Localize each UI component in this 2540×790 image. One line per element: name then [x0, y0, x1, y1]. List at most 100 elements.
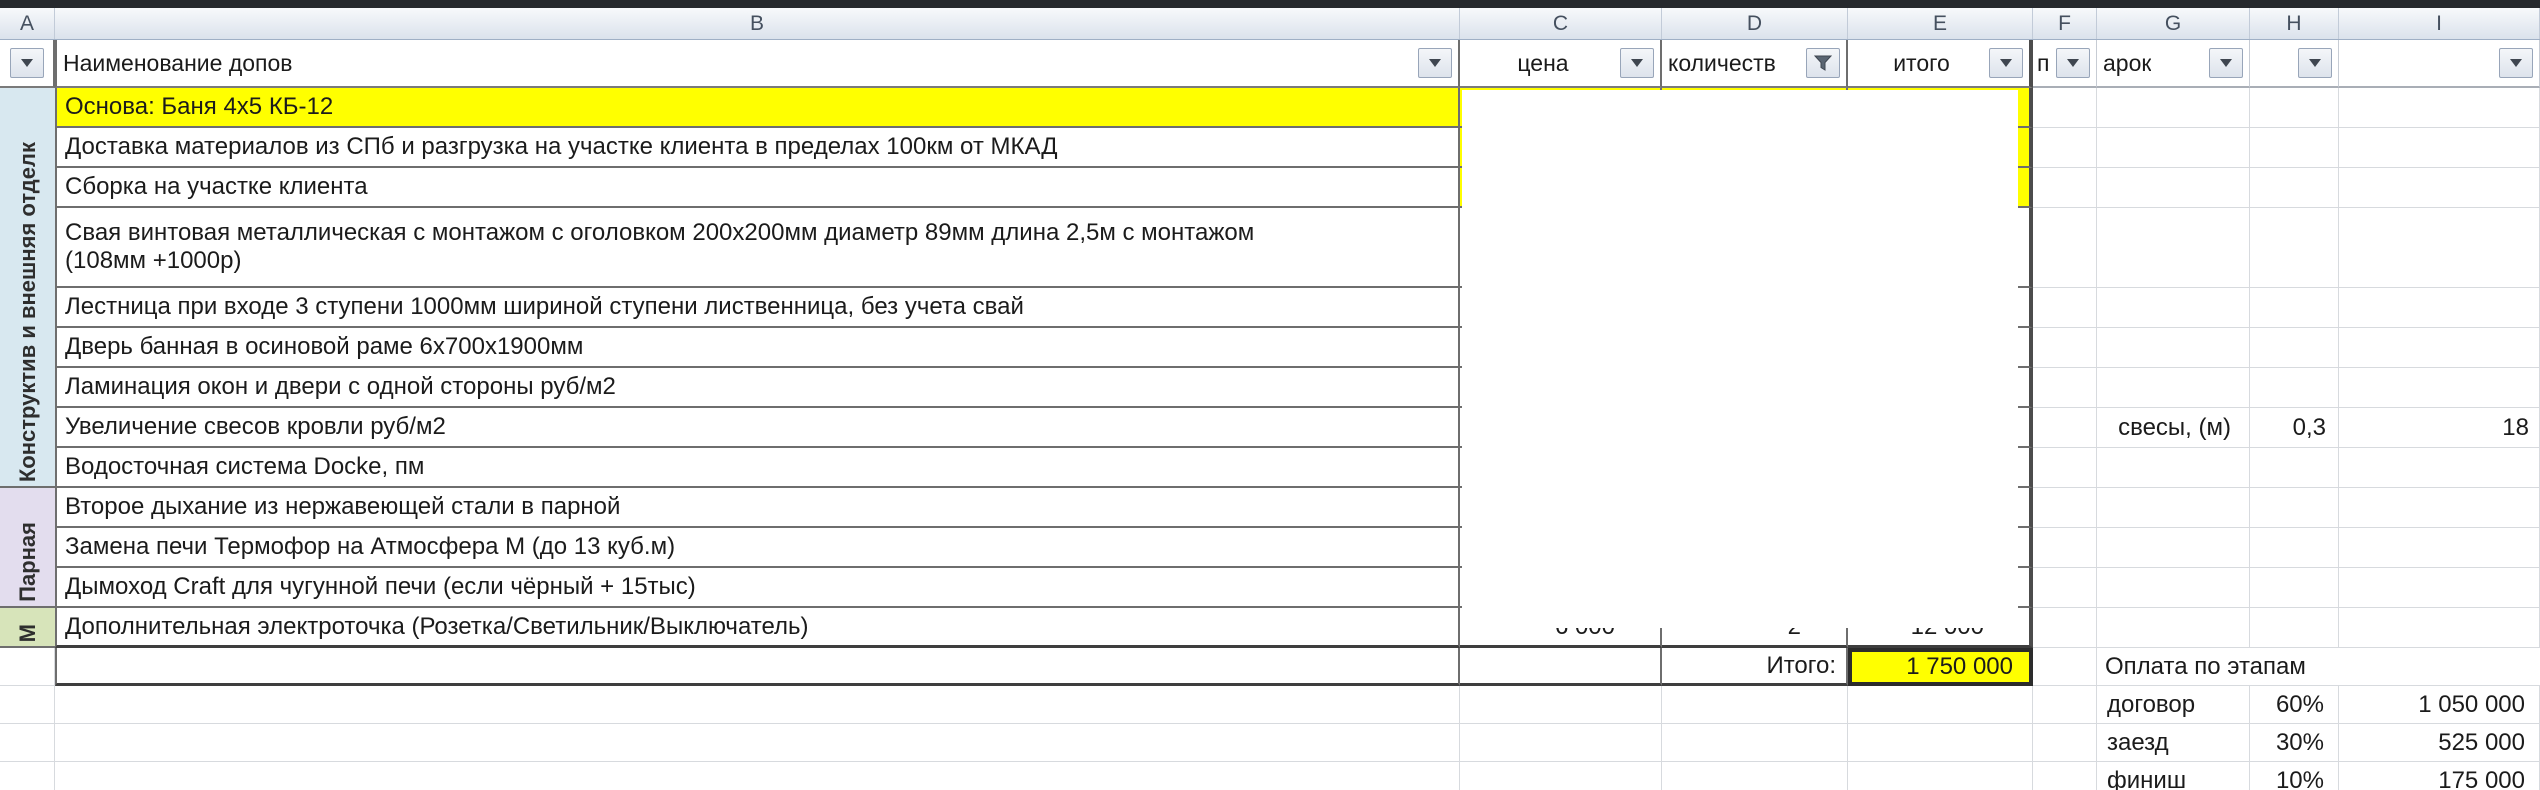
cell-overhang-qty[interactable]: 18: [2339, 408, 2540, 448]
cell[interactable]: [2033, 88, 2097, 128]
cell[interactable]: [2097, 528, 2250, 568]
cell[interactable]: [2033, 288, 2097, 328]
column-header-b[interactable]: B: [55, 8, 1460, 39]
payment-percent-cell[interactable]: 60%: [2250, 686, 2339, 724]
cell[interactable]: [2339, 488, 2540, 528]
cell[interactable]: [55, 724, 1460, 762]
cell[interactable]: [2339, 528, 2540, 568]
section-parnaya[interactable]: Парная: [0, 488, 55, 608]
header-cell-gift-right[interactable]: арок: [2097, 40, 2250, 88]
cell[interactable]: [1848, 686, 2033, 724]
cell[interactable]: [1848, 724, 2033, 762]
column-header-c[interactable]: C: [1460, 8, 1662, 39]
payment-amount-cell[interactable]: 175 000: [2339, 762, 2540, 790]
total-value-cell[interactable]: 1 750 000: [1848, 648, 2033, 686]
column-header-f[interactable]: F: [2033, 8, 2097, 39]
cell-item-name[interactable]: Сборка на участке клиента: [55, 168, 1460, 208]
cell[interactable]: [0, 724, 55, 762]
cell[interactable]: [2033, 648, 2097, 686]
cell[interactable]: [55, 762, 1460, 790]
payment-amount-cell[interactable]: 525 000: [2339, 724, 2540, 762]
cell[interactable]: [1662, 724, 1848, 762]
payment-amount-cell[interactable]: 1 050 000: [2339, 686, 2540, 724]
cell[interactable]: [2339, 208, 2540, 288]
cell[interactable]: [2250, 288, 2339, 328]
cell[interactable]: [0, 686, 55, 724]
header-cell-a[interactable]: [0, 40, 55, 88]
cell[interactable]: [2250, 128, 2339, 168]
cell[interactable]: [2097, 128, 2250, 168]
header-cell-gift-left[interactable]: п: [2033, 40, 2097, 88]
payments-title-cell[interactable]: Оплата по этапам: [2097, 648, 2540, 686]
header-cell-price[interactable]: цена: [1460, 40, 1662, 88]
cell[interactable]: [2339, 608, 2540, 648]
cell[interactable]: [1460, 762, 1662, 790]
cell[interactable]: [2339, 448, 2540, 488]
cell[interactable]: [2033, 608, 2097, 648]
cell[interactable]: [2250, 568, 2339, 608]
payment-stage-cell[interactable]: заезд: [2097, 724, 2250, 762]
header-cell-name[interactable]: Наименование допов: [55, 40, 1460, 88]
header-cell-qty[interactable]: количеств: [1662, 40, 1848, 88]
cell[interactable]: [55, 686, 1460, 724]
column-header-g[interactable]: G: [2097, 8, 2250, 39]
cell[interactable]: [2097, 328, 2250, 368]
cell[interactable]: [2097, 208, 2250, 288]
cell[interactable]: [2339, 328, 2540, 368]
cell[interactable]: [1662, 762, 1848, 790]
filter-button-a[interactable]: [10, 48, 44, 78]
cell[interactable]: [2250, 88, 2339, 128]
cell[interactable]: [2033, 488, 2097, 528]
cell[interactable]: [2339, 128, 2540, 168]
section-construct[interactable]: Конструктив и внешняя отделк: [0, 88, 55, 488]
header-cell-i[interactable]: [2339, 40, 2540, 88]
cell-item-name[interactable]: Замена печи Термофор на Атмосфера М (до …: [55, 528, 1460, 568]
cell[interactable]: [2250, 448, 2339, 488]
section-m[interactable]: М: [0, 608, 55, 648]
cell[interactable]: [2250, 608, 2339, 648]
cell[interactable]: [1460, 686, 1662, 724]
cell[interactable]: [2250, 488, 2339, 528]
cell-item-name[interactable]: Ламинация окон и двери с одной стороны р…: [55, 368, 1460, 408]
filter-button-qty[interactable]: [1806, 48, 1840, 78]
column-header-i[interactable]: I: [2339, 8, 2540, 39]
cell[interactable]: [2097, 168, 2250, 208]
cell-item-name[interactable]: Водосточная система Docke, пм: [55, 448, 1460, 488]
cell[interactable]: [2250, 208, 2339, 288]
cell[interactable]: [2339, 568, 2540, 608]
cell[interactable]: [2033, 208, 2097, 288]
cell-item-name[interactable]: Дверь банная в осиновой раме 6х700х1900м…: [55, 328, 1460, 368]
cell-item-name[interactable]: Дымоход Craft для чугунной печи (если чё…: [55, 568, 1460, 608]
filter-button-g[interactable]: [2209, 48, 2243, 78]
cell[interactable]: [2097, 488, 2250, 528]
cell-item-name[interactable]: Дополнительная электроточка (Розетка/Све…: [55, 608, 1460, 648]
filter-button-i[interactable]: [2499, 48, 2533, 78]
filter-button-h[interactable]: [2298, 48, 2332, 78]
cell[interactable]: [1662, 686, 1848, 724]
header-cell-h[interactable]: [2250, 40, 2339, 88]
filter-button-price[interactable]: [1620, 48, 1654, 78]
cell-item-name[interactable]: Увеличение свесов кровли руб/м2: [55, 408, 1460, 448]
cell-item-name[interactable]: Второе дыхание из нержавеющей стали в па…: [55, 488, 1460, 528]
cell[interactable]: [2250, 168, 2339, 208]
cell[interactable]: [2033, 328, 2097, 368]
cell[interactable]: [2250, 328, 2339, 368]
cell-item-name[interactable]: Доставка материалов из СПб и разгрузка н…: [55, 128, 1460, 168]
header-cell-total[interactable]: итого: [1848, 40, 2033, 88]
cell[interactable]: [2033, 528, 2097, 568]
filter-button-name[interactable]: [1418, 48, 1452, 78]
cell[interactable]: [2339, 88, 2540, 128]
cell[interactable]: [2033, 448, 2097, 488]
cell[interactable]: [2033, 568, 2097, 608]
cell[interactable]: [2033, 762, 2097, 790]
cell[interactable]: [2339, 368, 2540, 408]
filter-button-f[interactable]: [2056, 48, 2090, 78]
payment-stage-cell[interactable]: договор: [2097, 686, 2250, 724]
payment-stage-cell[interactable]: финиш: [2097, 762, 2250, 790]
cell[interactable]: [2097, 288, 2250, 328]
filter-button-total[interactable]: [1989, 48, 2023, 78]
column-header-d[interactable]: D: [1662, 8, 1848, 39]
total-label-cell[interactable]: Итого:: [1662, 648, 1848, 686]
column-header-h[interactable]: H: [2250, 8, 2339, 39]
cell[interactable]: [2097, 568, 2250, 608]
